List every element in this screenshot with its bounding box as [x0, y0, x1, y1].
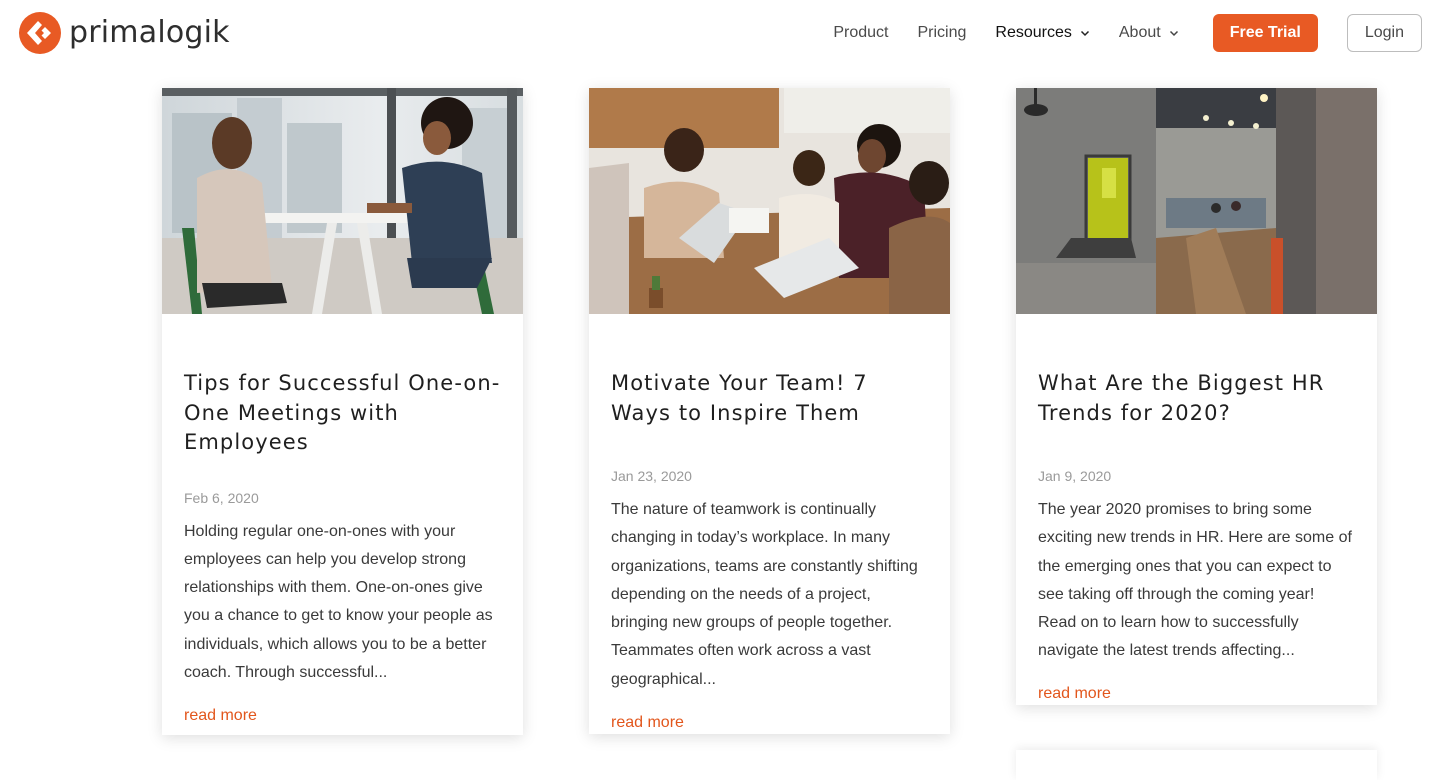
post-excerpt: Holding regular one-on-ones with your em… [184, 522, 493, 681]
nav-pricing-label: Pricing [917, 24, 967, 41]
nav-resources[interactable]: Resources [995, 24, 1089, 42]
open-office-photo[interactable] [1016, 88, 1377, 314]
brand-name: primalogik [69, 15, 230, 50]
read-more-link[interactable]: read more [184, 707, 501, 725]
post-title[interactable]: Motivate Your Team! 7 Ways to Inspire Th… [611, 369, 928, 428]
chevron-down-icon [1169, 30, 1178, 37]
free-trial-button[interactable]: Free Trial [1212, 14, 1318, 52]
post-excerpt: The year 2020 promises to bring some exc… [1038, 501, 1352, 660]
read-more-link[interactable]: read more [1038, 685, 1355, 703]
nav-resources-label: Resources [995, 24, 1072, 41]
logo[interactable]: primalogik [18, 11, 230, 55]
nav-about[interactable]: About [1119, 24, 1179, 42]
nav-product-label: Product [833, 24, 889, 41]
post-date: Jan 9, 2020 [1038, 468, 1112, 484]
blog-card: What Are the Biggest HR Trends for 2020?… [1016, 88, 1377, 705]
nav-product[interactable]: Product [833, 24, 888, 42]
nav-pricing[interactable]: Pricing [917, 24, 966, 42]
blog-card: Tips for Successful One-on-One Meetings … [162, 88, 523, 735]
post-excerpt: The nature of teamwork is continually ch… [611, 501, 918, 688]
next-blog-card-edge [1016, 750, 1377, 780]
chevron-down-icon [1080, 30, 1089, 37]
team-meeting-laptops-photo[interactable] [589, 88, 950, 314]
blog-card: Motivate Your Team! 7 Ways to Inspire Th… [589, 88, 950, 734]
read-more-link[interactable]: read more [611, 714, 928, 732]
post-title[interactable]: What Are the Biggest HR Trends for 2020? [1038, 369, 1355, 428]
post-date: Jan 23, 2020 [611, 468, 692, 484]
site-header: primalogik Product Pricing Resources Abo… [0, 0, 1448, 68]
two-women-meeting-photo[interactable] [162, 88, 523, 314]
post-date: Feb 6, 2020 [184, 489, 259, 506]
login-button[interactable]: Login [1346, 14, 1422, 52]
main-nav: Product Pricing Resources About Free Tri… [804, 14, 1422, 52]
nav-about-label: About [1118, 24, 1161, 41]
primalogik-logo-icon [19, 12, 61, 54]
post-title[interactable]: Tips for Successful One-on-One Meetings … [184, 369, 501, 458]
